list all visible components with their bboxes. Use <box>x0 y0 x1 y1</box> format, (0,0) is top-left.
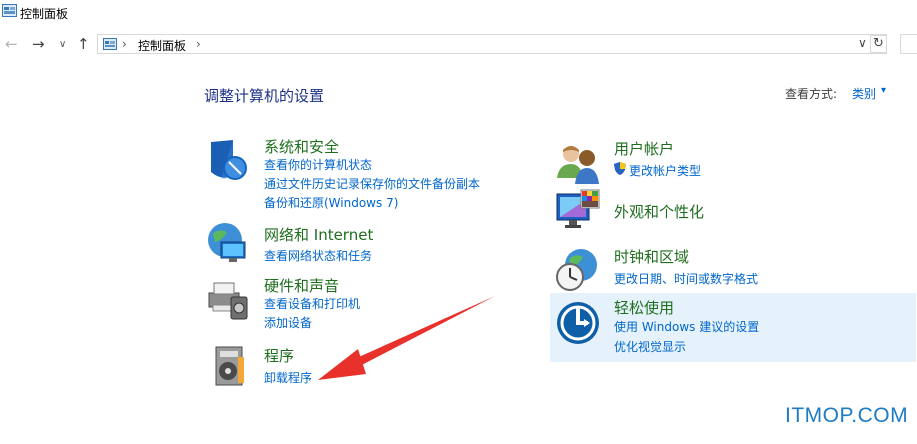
page-title: 调整计算机的设置 <box>204 87 325 105</box>
user-accounts-icon <box>557 146 599 184</box>
annotation-arrow-icon <box>318 296 495 380</box>
category-appearance[interactable]: 外观和个性化 <box>614 201 704 222</box>
control-panel-icon <box>2 4 17 17</box>
control-panel-icon <box>103 38 117 50</box>
refresh-button[interactable]: ↻ <box>870 35 887 53</box>
address-bar[interactable]: › 控制面板 › ∨ <box>97 34 887 54</box>
network-globe-icon <box>208 223 246 262</box>
category-network-internet[interactable]: 网络和 Internet <box>264 224 373 245</box>
link-network-status[interactable]: 查看网络状态和任务 <box>264 247 372 264</box>
link-recommended-settings[interactable]: 使用 Windows 建议的设置 <box>614 318 759 335</box>
link-add-device[interactable]: 添加设备 <box>264 314 312 331</box>
up-button[interactable]: ↑ <box>77 36 90 52</box>
shield-icon <box>211 140 247 180</box>
programs-icon <box>215 346 244 386</box>
category-hardware-sound[interactable]: 硬件和声音 <box>264 275 339 296</box>
window-title: 控制面板 <box>20 7 69 21</box>
link-optimize-visual-display[interactable]: 优化视觉显示 <box>614 338 686 355</box>
breadcrumb-control-panel[interactable]: 控制面板 <box>138 37 186 54</box>
link-backup-restore[interactable]: 备份和还原(Windows 7) <box>264 194 398 211</box>
view-by-label: 查看方式: <box>785 87 838 101</box>
watermark: ITMOP.COM <box>785 404 909 427</box>
breadcrumb-separator[interactable]: › <box>196 37 201 51</box>
link-view-computer-status[interactable]: 查看你的计算机状态 <box>264 156 372 173</box>
refresh-icon: ↻ <box>873 36 884 51</box>
chevron-down-icon[interactable]: ▾ <box>881 85 886 96</box>
category-system-security[interactable]: 系统和安全 <box>264 136 339 157</box>
recent-locations-button[interactable]: ∨ <box>59 37 66 53</box>
arrow-left-icon: ← <box>5 35 18 53</box>
uac-shield-icon <box>614 162 626 175</box>
search-input[interactable] <box>900 34 917 54</box>
category-programs[interactable]: 程序 <box>264 345 294 366</box>
link-file-history[interactable]: 通过文件历史记录保存你的文件备份副本 <box>264 175 480 192</box>
appearance-icon <box>556 189 600 228</box>
back-button[interactable]: ← <box>5 36 18 52</box>
link-change-date-time[interactable]: 更改日期、时间或数字格式 <box>614 270 758 287</box>
address-dropdown-icon[interactable]: ∨ <box>858 36 867 50</box>
link-devices-printers[interactable]: 查看设备和打印机 <box>264 295 360 312</box>
category-ease-of-access[interactable]: 轻松使用 <box>614 297 674 318</box>
title-bar: 控制面板 <box>0 0 917 26</box>
clock-globe-icon <box>556 249 597 291</box>
printer-icon <box>208 282 248 320</box>
forward-button[interactable]: → <box>32 36 45 52</box>
category-clock-region[interactable]: 时钟和区域 <box>614 246 689 267</box>
link-uninstall-program[interactable]: 卸载程序 <box>264 369 312 386</box>
category-user-accounts[interactable]: 用户帐户 <box>614 138 674 159</box>
view-by-dropdown[interactable]: 类别 <box>852 85 876 102</box>
breadcrumb-separator[interactable]: › <box>122 37 127 51</box>
arrow-right-icon: → <box>32 35 45 53</box>
chevron-down-icon: ∨ <box>59 39 67 50</box>
ease-of-access-icon <box>557 302 599 344</box>
link-change-account-type[interactable]: 更改帐户类型 <box>629 162 701 179</box>
arrow-up-icon: ↑ <box>77 35 90 53</box>
